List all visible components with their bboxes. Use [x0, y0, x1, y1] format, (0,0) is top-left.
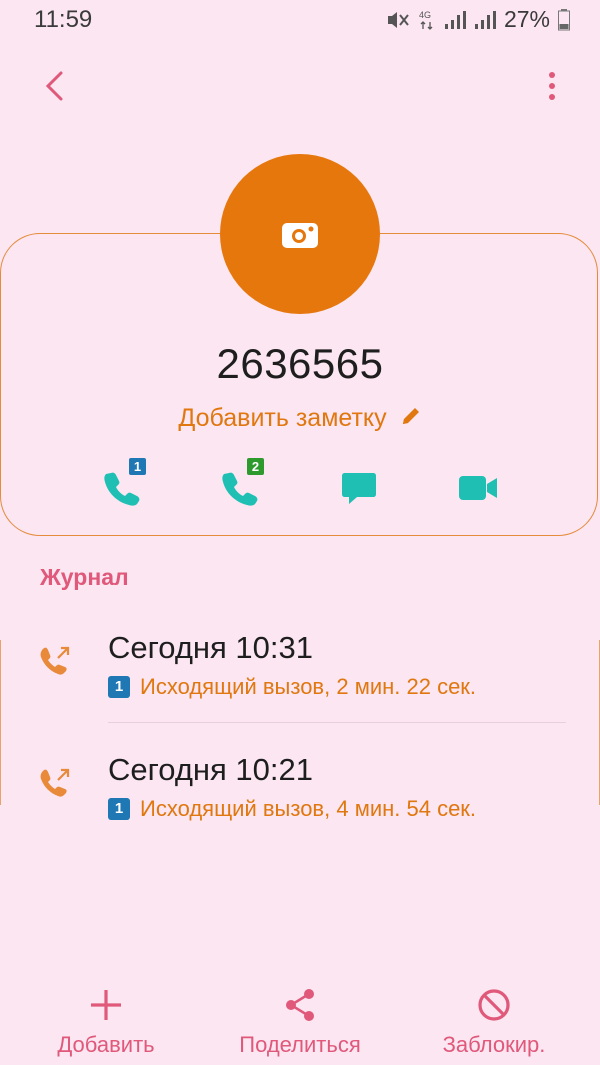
battery-percent: 27% — [503, 6, 550, 32]
more-vertical-icon — [549, 72, 555, 100]
log-time: Сегодня 10:31 — [108, 630, 313, 665]
network-4g-icon: 4G — [418, 9, 436, 31]
log-detail: 1 Исходящий вызов, 2 мин. 22 сек. — [108, 674, 476, 700]
sim2-badge: 2 — [247, 458, 264, 475]
add-button[interactable]: Добавить — [6, 980, 206, 1065]
battery-icon — [558, 8, 570, 31]
add-label: Добавить — [57, 1032, 155, 1057]
block-label: Заблокир. — [442, 1032, 546, 1057]
more-options-button[interactable] — [542, 66, 562, 106]
phone-number: 2636565 — [216, 340, 384, 387]
block-icon — [478, 989, 510, 1021]
network-label: 4G — [419, 10, 431, 20]
plus-icon — [91, 990, 121, 1020]
log-time: Сегодня 10:21 — [108, 752, 313, 787]
sim1-badge: 1 — [108, 676, 130, 698]
avatar[interactable] — [220, 154, 380, 314]
call-sim2-button[interactable]: 2 — [210, 458, 270, 518]
contact-actions: 1 2 — [0, 458, 600, 518]
video-call-button[interactable] — [448, 458, 508, 518]
status-time: 11:59 — [34, 6, 93, 33]
status-bar: 11:59 4G 27% — [0, 0, 600, 42]
sim1-badge: 1 — [108, 798, 130, 820]
log-detail: 1 Исходящий вызов, 4 мин. 54 сек. — [108, 796, 476, 822]
share-button[interactable]: Поделиться — [200, 980, 400, 1065]
outgoing-call-icon — [38, 766, 72, 800]
call-sim1-button[interactable]: 1 — [92, 458, 152, 518]
signal-icon — [444, 10, 466, 30]
share-label: Поделиться — [239, 1032, 361, 1057]
sim1-badge: 1 — [129, 458, 146, 475]
list-item[interactable]: Сегодня 10:31 1 Исходящий вызов, 2 мин. … — [0, 618, 600, 728]
status-icons: 4G 27% — [386, 6, 570, 33]
mute-icon — [386, 9, 410, 31]
outgoing-call-icon — [38, 644, 72, 678]
message-icon — [342, 473, 376, 504]
journal-title: Журнал — [40, 564, 129, 590]
pencil-icon — [400, 405, 422, 434]
log-detail-text: Исходящий вызов, 4 мин. 54 сек. — [140, 796, 477, 821]
camera-icon — [282, 223, 318, 248]
list-item[interactable]: Сегодня 10:21 1 Исходящий вызов, 4 мин. … — [0, 740, 600, 850]
add-note-label: Добавить заметку — [178, 404, 387, 432]
divider — [108, 722, 566, 723]
block-button[interactable]: Заблокир. — [394, 980, 594, 1065]
video-icon — [459, 476, 497, 500]
bottom-action-bar: Добавить Поделиться Заблокир. — [0, 980, 600, 1065]
log-detail-text: Исходящий вызов, 2 мин. 22 сек. — [140, 674, 477, 699]
back-button[interactable] — [34, 66, 74, 106]
share-icon — [286, 989, 314, 1021]
add-note-button[interactable]: Добавить заметку — [0, 404, 600, 434]
chevron-left-icon — [45, 71, 63, 101]
message-button[interactable] — [329, 458, 389, 518]
signal-icon — [474, 10, 496, 30]
